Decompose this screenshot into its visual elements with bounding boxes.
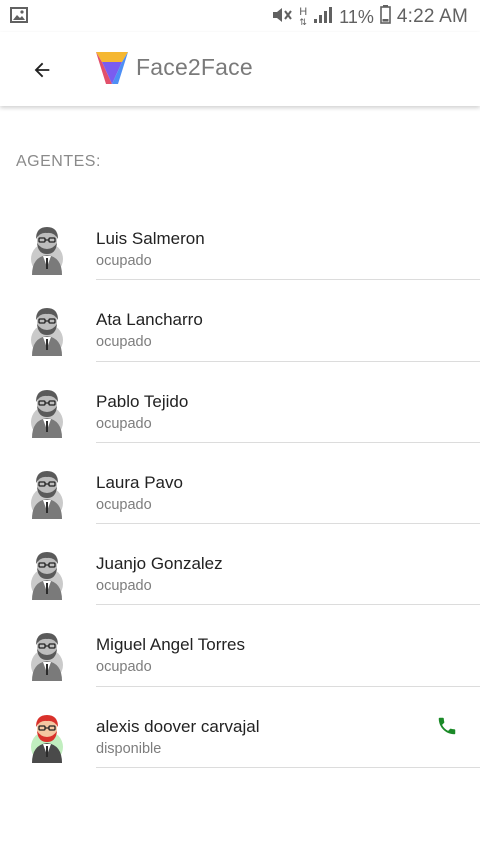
agent-name: Luis Salmeron xyxy=(96,229,205,248)
agent-status: ocupado xyxy=(96,578,152,595)
battery-icon xyxy=(380,5,391,29)
agent-list-item[interactable]: Luis Salmeron ocupado xyxy=(0,199,480,281)
back-button[interactable] xyxy=(22,50,62,90)
agent-name: Miguel Angel Torres xyxy=(96,635,245,655)
arrow-back-icon xyxy=(34,62,50,78)
agent-status: ocupado xyxy=(96,334,152,351)
agent-name: alexis doover carvajal xyxy=(96,716,260,736)
agents-list: Luis Salmeron ocupado Ata Lancharro ocupad… xyxy=(0,199,480,769)
agent-avatar-busy xyxy=(26,467,68,519)
status-bar: H ⇅ 11% 4:22 AM xyxy=(0,0,480,32)
agent-avatar-busy xyxy=(26,629,68,682)
clock: 4:22 AM xyxy=(396,6,468,27)
agent-name: Juanjo Gonzalez xyxy=(96,554,223,574)
agent-avatar-busy xyxy=(26,223,68,275)
agent-list-item[interactable]: Miguel Angel Torres ocupado xyxy=(0,605,480,687)
network-h-icon: H ⇅ xyxy=(299,6,308,28)
agent-name: Pablo Tejido xyxy=(96,391,189,411)
agent-name: Ata Lancharro xyxy=(96,310,203,330)
agent-list-item[interactable]: Pablo Tejido ocupado xyxy=(0,362,480,443)
list-divider xyxy=(96,767,480,769)
agents-section-title: AGENTES: xyxy=(16,153,101,170)
agent-avatar-available xyxy=(26,711,68,763)
agent-status: ocupado xyxy=(96,659,152,676)
app-bar: Face2Face xyxy=(0,32,480,106)
agent-list-item[interactable]: Laura Pavo ocupado xyxy=(0,443,480,525)
battery-text: 11% xyxy=(339,6,374,27)
agent-status: disponible xyxy=(96,740,162,757)
agent-name: Laura Pavo xyxy=(96,472,183,492)
call-button[interactable] xyxy=(432,711,462,741)
agent-avatar-busy xyxy=(26,548,68,601)
agent-status: ocupado xyxy=(96,253,152,269)
agent-list-item[interactable]: Juanjo Gonzalez ocupado xyxy=(0,524,480,606)
agent-avatar-busy xyxy=(26,386,68,438)
signal-icon xyxy=(313,6,333,29)
face2face-logo xyxy=(95,48,129,86)
agent-status: ocupado xyxy=(96,415,152,432)
phone-icon xyxy=(438,717,456,735)
app-title: Face2Face xyxy=(136,54,253,80)
agent-status: ocupado xyxy=(96,496,152,513)
agent-list-item[interactable]: alexis doover carvajal disponible xyxy=(0,687,480,769)
agent-list-item[interactable]: Ata Lancharro ocupado xyxy=(0,280,480,362)
image-icon xyxy=(10,7,28,28)
mute-icon xyxy=(271,6,293,29)
agent-avatar-busy xyxy=(26,304,68,357)
